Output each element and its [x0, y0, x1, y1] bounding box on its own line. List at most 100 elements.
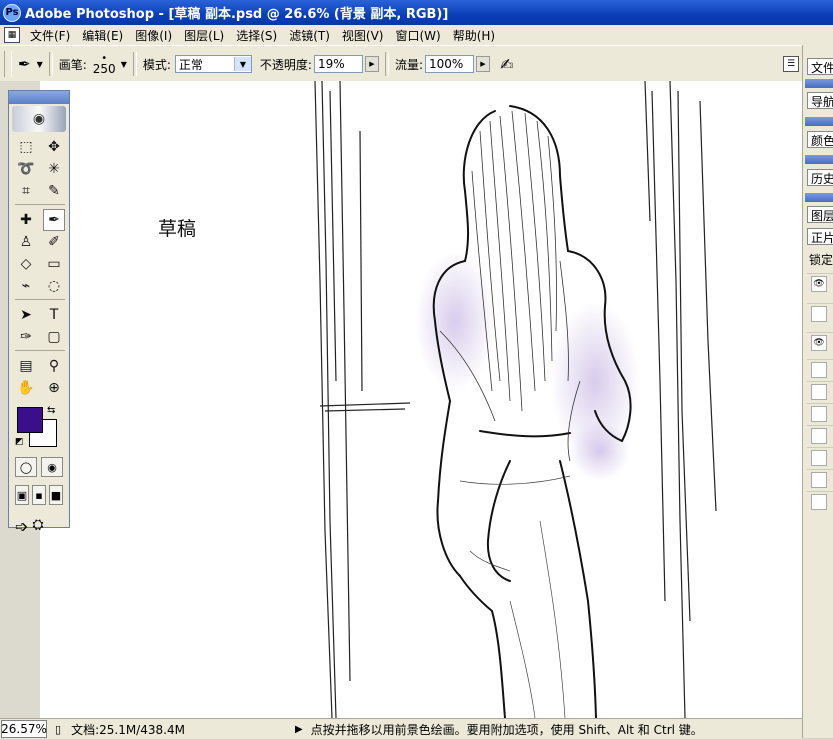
- gradient-tool-icon[interactable]: ▭: [43, 253, 65, 275]
- menu-help[interactable]: 帮助(H): [447, 27, 501, 44]
- tab-history[interactable]: 历史: [807, 169, 833, 186]
- brush-size: 250: [92, 62, 116, 76]
- healing-brush-tool-icon[interactable]: ✚: [15, 209, 37, 231]
- layer-row[interactable]: [807, 303, 833, 324]
- mode-select[interactable]: 正常 ▼: [174, 55, 252, 73]
- type-tool-icon[interactable]: T: [43, 304, 65, 326]
- notes-tool-icon[interactable]: ▤: [15, 355, 37, 377]
- eye-icon[interactable]: 👁: [811, 335, 827, 351]
- layer-visibility-box[interactable]: [811, 362, 827, 378]
- brush-tool-icon[interactable]: ✒: [43, 209, 65, 231]
- document-info-icon[interactable]: ▯: [55, 723, 61, 736]
- eye-icon[interactable]: 👁: [811, 276, 827, 292]
- history-brush-tool-icon[interactable]: ✐: [43, 231, 65, 253]
- hand-tool-icon[interactable]: ✋: [15, 377, 37, 399]
- separator: [48, 52, 53, 76]
- brush-dropdown-icon[interactable]: ▼: [121, 60, 127, 69]
- purple-glow: [570, 421, 630, 481]
- tab-layers[interactable]: 图层: [807, 206, 833, 223]
- airbrush-icon[interactable]: ✍: [500, 55, 513, 74]
- opacity-field[interactable]: 19%: [313, 55, 363, 73]
- imageready-jump-icon[interactable]: ➩: [15, 517, 28, 536]
- imageready-app-icon[interactable]: ⛭: [32, 517, 43, 536]
- quick-mask-mode-icon[interactable]: ◉: [41, 457, 63, 477]
- chevron-down-icon[interactable]: ▼: [233, 57, 251, 71]
- toolbox-palette[interactable]: ◉ ⬚ ✥ ➰ ✳ ⌗ ✎ ✚ ✒ ♙ ✐ ◇ ▭ ⌁ ◌ ➤ T ✑ ▢ ▤ …: [8, 90, 70, 536]
- marquee-tool-icon[interactable]: ⬚: [15, 136, 37, 158]
- standard-mode-icon[interactable]: ◯: [15, 457, 37, 477]
- menu-filter[interactable]: 滤镜(T): [283, 27, 336, 44]
- menu-file[interactable]: 文件(F): [24, 27, 76, 44]
- options-bar-grip[interactable]: [4, 51, 12, 77]
- tab-navigator[interactable]: 导航: [807, 92, 833, 109]
- layer-row[interactable]: [807, 491, 833, 512]
- slice-tool-icon[interactable]: ✎: [43, 180, 65, 202]
- title-bar: Ps Adobe Photoshop - [草稿 副本.psd @ 26.6% …: [0, 0, 833, 25]
- path-selection-tool-icon[interactable]: ➤: [15, 304, 37, 326]
- zoom-tool-icon[interactable]: ⊕: [43, 377, 65, 399]
- clone-stamp-tool-icon[interactable]: ♙: [15, 231, 37, 253]
- foreground-color-swatch[interactable]: [17, 407, 43, 433]
- palette-title-bar[interactable]: [805, 193, 833, 202]
- move-tool-icon[interactable]: ✥: [43, 136, 65, 158]
- layer-visibility-box[interactable]: [811, 494, 827, 510]
- layer-row[interactable]: [807, 447, 833, 468]
- full-screen-mode-icon[interactable]: ■: [49, 485, 63, 505]
- menu-select[interactable]: 选择(S): [230, 27, 283, 44]
- layer-row[interactable]: [807, 359, 833, 380]
- magic-wand-tool-icon[interactable]: ✳: [43, 158, 65, 180]
- right-palette-dock: 文件 导航 颜色 历史 图层 正片 锁定 👁 👁: [802, 45, 833, 738]
- standard-screen-mode-icon[interactable]: ▣: [15, 485, 29, 505]
- brush-tool-preset-icon[interactable]: ✒: [18, 55, 31, 73]
- menu-window[interactable]: 窗口(W): [389, 27, 446, 44]
- palette-title-bar[interactable]: [805, 155, 833, 164]
- layer-row[interactable]: 👁: [807, 273, 833, 294]
- layer-row[interactable]: [807, 469, 833, 490]
- flow-slider-arrow-icon[interactable]: ▶: [475, 56, 490, 72]
- layer-visibility-box[interactable]: [811, 306, 827, 322]
- toolbox-title-bar[interactable]: [9, 91, 69, 104]
- layer-row[interactable]: [807, 381, 833, 402]
- eyedropper-tool-icon[interactable]: ⚲: [43, 355, 65, 377]
- photoshop-app-icon[interactable]: Ps: [3, 3, 21, 22]
- menu-edit[interactable]: 编辑(E): [76, 27, 129, 44]
- tab-file-browser[interactable]: 文件: [807, 58, 833, 75]
- layer-visibility-box[interactable]: [811, 428, 827, 444]
- menu-image[interactable]: 图像(I): [129, 27, 178, 44]
- layer-row[interactable]: [807, 403, 833, 424]
- zoom-level-field[interactable]: 26.57%: [1, 720, 47, 738]
- document-icon[interactable]: ▦: [4, 27, 20, 43]
- layer-visibility-box[interactable]: [811, 406, 827, 422]
- palette-well-icon[interactable]: ☰: [783, 56, 799, 72]
- tab-color[interactable]: 颜色: [807, 131, 833, 148]
- eraser-tool-icon[interactable]: ◇: [15, 253, 37, 275]
- layer-row[interactable]: [807, 425, 833, 446]
- blur-tool-icon[interactable]: ⌁: [15, 275, 37, 297]
- opacity-slider-arrow-icon[interactable]: ▶: [364, 56, 379, 72]
- layer-visibility-box[interactable]: [811, 472, 827, 488]
- mode-value: 正常: [178, 57, 203, 72]
- pen-tool-icon[interactable]: ✑: [15, 326, 37, 348]
- dodge-tool-icon[interactable]: ◌: [43, 275, 65, 297]
- lasso-tool-icon[interactable]: ➰: [15, 158, 37, 180]
- full-screen-menu-mode-icon[interactable]: ▪: [32, 485, 46, 505]
- palette-title-bar[interactable]: [805, 79, 833, 88]
- menu-view[interactable]: 视图(V): [336, 27, 390, 44]
- status-hint: 点按并拖移以用前景色绘画。要用附加选项，使用 Shift、Alt 和 Ctrl …: [310, 722, 703, 737]
- flow-field[interactable]: 100%: [424, 55, 474, 73]
- swap-colors-icon[interactable]: ⇆: [47, 405, 55, 416]
- preset-dropdown-icon[interactable]: ▼: [37, 60, 43, 69]
- layer-row[interactable]: 👁: [807, 332, 833, 353]
- default-colors-icon[interactable]: ◩: [15, 437, 24, 447]
- brush-picker[interactable]: • 250: [93, 53, 116, 75]
- layer-visibility-box[interactable]: [811, 450, 827, 466]
- status-menu-arrow-icon[interactable]: ▶: [295, 724, 303, 735]
- layer-visibility-box[interactable]: [811, 384, 827, 400]
- document-canvas[interactable]: 草稿: [40, 81, 802, 718]
- rectangle-tool-icon[interactable]: ▢: [43, 326, 65, 348]
- layer-blend-mode-select[interactable]: 正片: [807, 228, 833, 245]
- palette-title-bar[interactable]: [805, 117, 833, 126]
- crop-tool-icon[interactable]: ⌗: [15, 180, 37, 202]
- photoshop-eye-logo-icon[interactable]: ◉: [12, 106, 66, 132]
- menu-layer[interactable]: 图层(L): [178, 27, 230, 44]
